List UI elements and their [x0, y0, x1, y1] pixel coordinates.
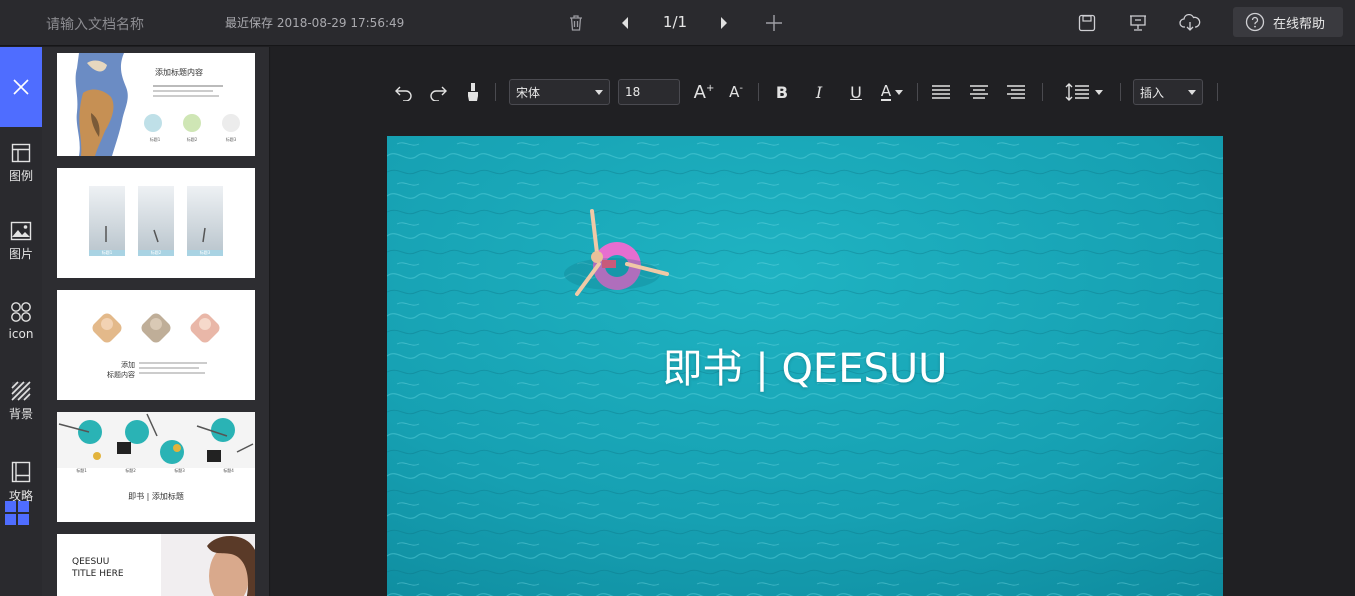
thumbnail-caption: 标题1: [76, 468, 87, 473]
bold-button[interactable]: B: [771, 79, 793, 105]
separator: [917, 83, 918, 101]
chevron-down-icon: [1188, 90, 1196, 95]
align-left-icon[interactable]: [929, 79, 953, 105]
chevron-down-icon: [1095, 89, 1103, 95]
rail-label: 图片: [8, 247, 33, 261]
thumbnail-title: 添加 标题内容: [107, 361, 135, 379]
next-page-icon[interactable]: [711, 10, 737, 36]
rail-item-layouts[interactable]: 图例: [0, 143, 42, 184]
book-icon: [11, 461, 31, 483]
format-toolbar: 宋体 18 A + A- B I U A 插入: [271, 73, 1355, 113]
font-size-value: 18: [625, 85, 641, 99]
undo-icon[interactable]: [391, 79, 417, 105]
cloud-download-icon[interactable]: [1177, 10, 1203, 36]
editor-area: 宋体 18 A + A- B I U A 插入 即书 | QEESUU: [271, 47, 1355, 596]
separator: [1217, 83, 1218, 101]
thumbnail-title-line1: QEESUU: [72, 557, 110, 567]
thumbnail-title: 添加标题内容: [155, 68, 203, 77]
decrease-font-button[interactable]: A-: [724, 79, 748, 105]
thumbnail-1[interactable]: 添加标题内容 标题1 标题2 标题3: [57, 53, 255, 156]
rail-label: 图例: [8, 169, 33, 183]
image-icon: [10, 221, 32, 241]
font-family-value: 宋体: [516, 85, 541, 100]
rail-label: icon: [8, 327, 34, 341]
shrink-label: A: [729, 83, 740, 101]
separator: [1042, 83, 1043, 101]
thumbnail-3[interactable]: 添加 标题内容: [57, 290, 255, 400]
close-icon: [13, 79, 29, 95]
layout-icon: [11, 143, 31, 163]
slide-canvas[interactable]: 即书 | QEESUU: [387, 136, 1223, 596]
separator: [758, 83, 759, 101]
delete-icon[interactable]: [563, 10, 589, 36]
grow-label: A: [693, 81, 706, 103]
increase-font-button[interactable]: A +: [691, 79, 717, 105]
rail-label: 背景: [8, 407, 33, 421]
left-tool-rail: 图例 图片 icon 背景 攻略: [0, 47, 42, 596]
align-right-icon[interactable]: [1004, 79, 1028, 105]
thumbnail-4[interactable]: 标题1 标题2 标题3 标题4 即书 | 添加标题: [57, 412, 255, 522]
chevron-down-icon: [895, 89, 904, 95]
thumbnail-caption: 标题4: [223, 468, 234, 473]
font-color-label: A: [880, 81, 892, 101]
thumbnail-caption: 标题3: [199, 250, 211, 255]
thumbnail-caption: 标题2: [150, 250, 162, 255]
last-saved-status: 最近保存 2018-08-29 17:56:49: [225, 16, 405, 30]
apps-grid-icon[interactable]: [5, 501, 29, 529]
thumbnail-caption: 标题3: [174, 468, 185, 473]
thumbnail-2[interactable]: 标题1 标题2 标题3: [57, 168, 255, 278]
rail-item-icons[interactable]: icon: [0, 301, 42, 341]
help-label: 在线帮助: [1273, 16, 1326, 32]
page-counter: 1/1: [662, 13, 688, 31]
line-spacing-icon: [1065, 83, 1089, 101]
line-spacing-button[interactable]: [1061, 79, 1107, 105]
italic-button[interactable]: I: [808, 79, 830, 105]
font-family-select[interactable]: 宋体: [509, 79, 610, 105]
thumbnail-caption: 标题2: [125, 468, 136, 473]
chevron-down-icon: [595, 90, 603, 95]
rail-item-images[interactable]: 图片: [0, 221, 42, 262]
thumbnail-title: 即书 | 添加标题: [128, 492, 184, 501]
top-bar: 请输入文档名称 最近保存 2018-08-29 17:56:49 1/1 在线帮…: [0, 0, 1355, 46]
underline-button[interactable]: U: [845, 79, 867, 105]
font-size-input[interactable]: 18: [618, 79, 680, 105]
thumbnail-caption: 标题1: [149, 137, 161, 142]
save-icon[interactable]: [1074, 10, 1100, 36]
font-color-button[interactable]: A: [877, 79, 907, 105]
thumbnail-title-line2: TITLE HERE: [72, 569, 124, 579]
separator: [495, 83, 496, 101]
thumbnail-5[interactable]: QEESUU TITLE HERE: [57, 534, 255, 596]
background-icon: [11, 381, 31, 401]
slide-title[interactable]: 即书 | QEESUU: [387, 336, 1223, 394]
thumbnail-caption: 标题2: [186, 137, 198, 142]
prev-page-icon[interactable]: [612, 10, 638, 36]
insert-dropdown[interactable]: 插入: [1133, 79, 1203, 105]
icons-grid-icon: [11, 302, 31, 322]
document-name-input[interactable]: 请输入文档名称: [46, 14, 144, 34]
slide-thumbnails-panel: 添加标题内容 标题1 标题2 标题3 标题1 标题2 标题3 添加 标题内容 标…: [42, 47, 270, 596]
close-panel-button[interactable]: [0, 47, 42, 127]
add-page-icon[interactable]: [761, 10, 787, 36]
help-icon: [1245, 12, 1265, 32]
insert-label: 插入: [1140, 85, 1165, 100]
separator: [1120, 83, 1121, 101]
format-painter-icon[interactable]: [461, 79, 485, 105]
rail-item-background[interactable]: 背景: [0, 381, 42, 422]
present-icon[interactable]: [1125, 10, 1151, 36]
rail-item-guide[interactable]: 攻略: [0, 461, 42, 504]
redo-icon[interactable]: [425, 79, 451, 105]
online-help-button[interactable]: 在线帮助: [1233, 7, 1343, 37]
thumbnail-caption: 标题3: [225, 137, 237, 142]
thumbnail-caption: 标题1: [101, 250, 113, 255]
align-center-icon[interactable]: [967, 79, 991, 105]
